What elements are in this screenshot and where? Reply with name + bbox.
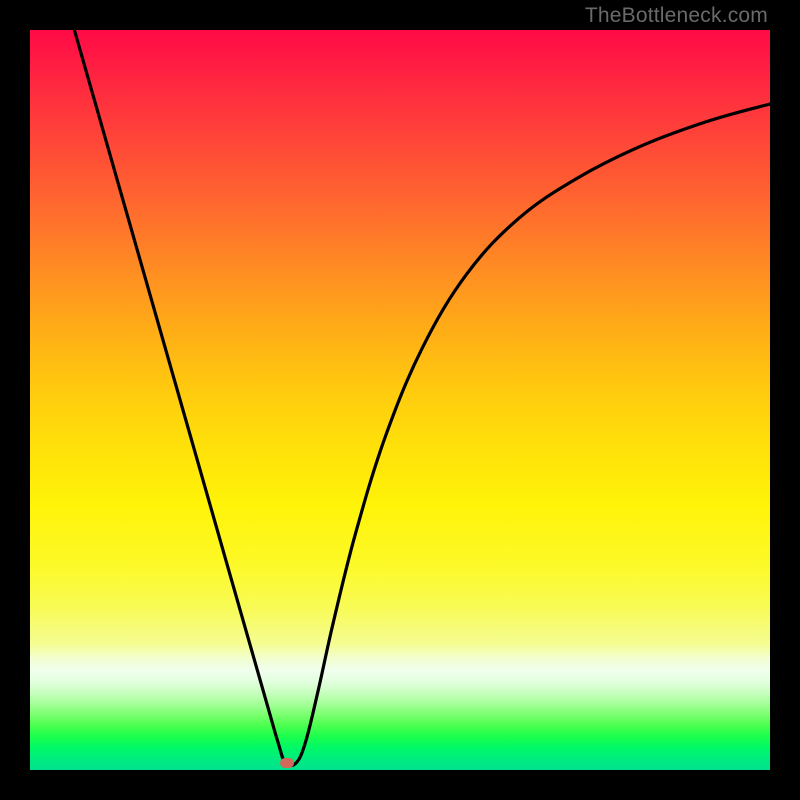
optimal-point-marker: [280, 758, 294, 768]
watermark-text: TheBottleneck.com: [585, 4, 768, 28]
plot-area: [30, 30, 770, 770]
bottleneck-curve: [74, 30, 770, 765]
chart-frame: TheBottleneck.com: [0, 0, 800, 800]
curve-svg: [30, 30, 770, 770]
